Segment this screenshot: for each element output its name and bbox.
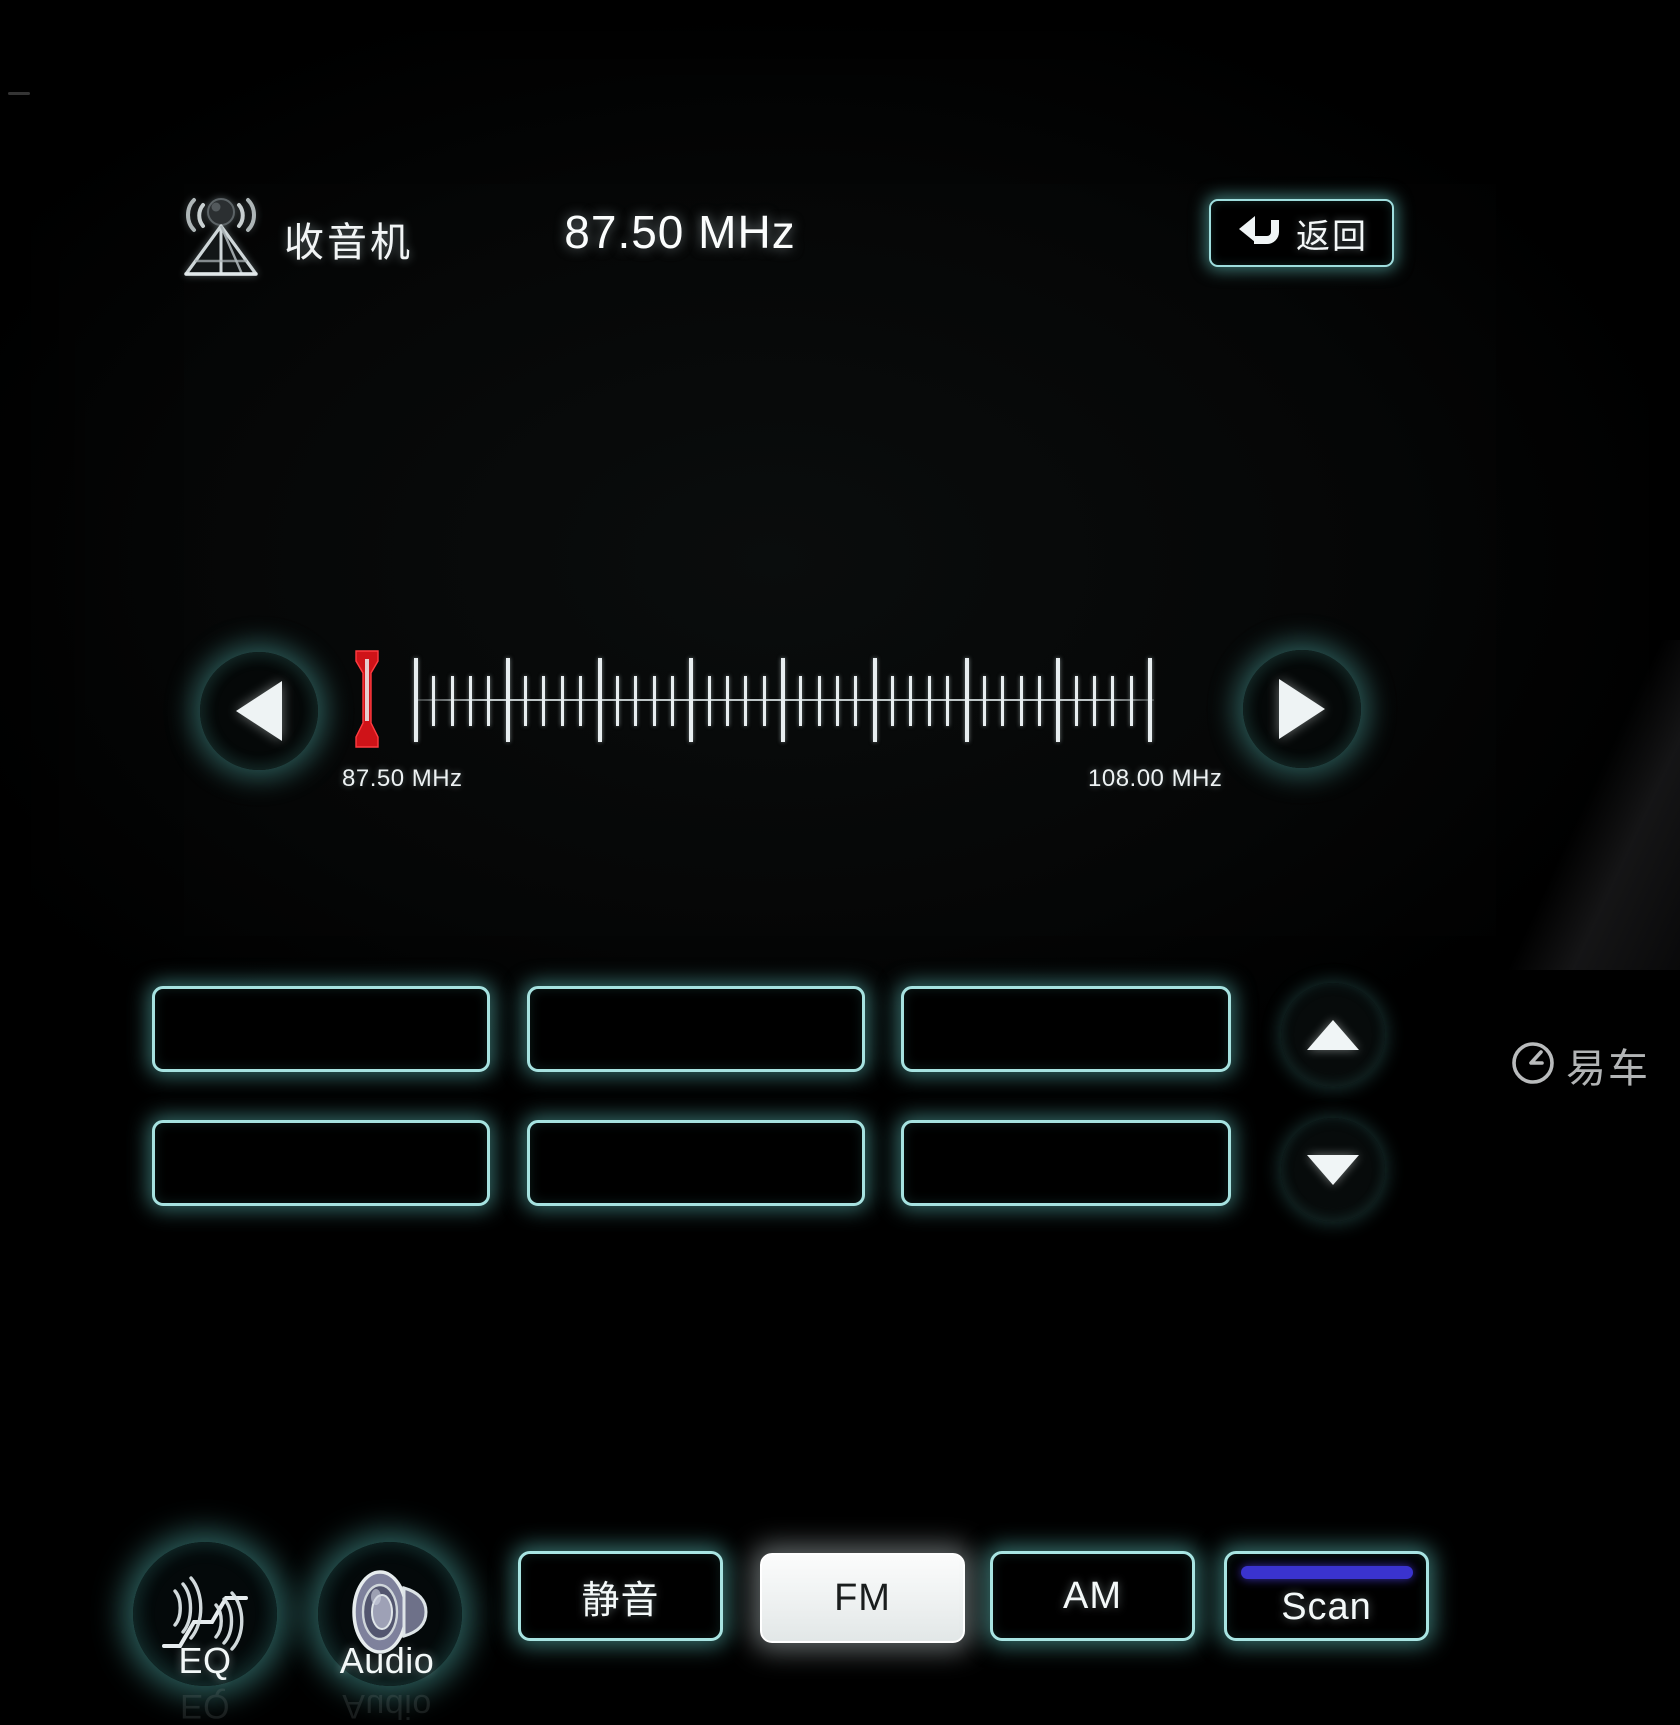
eq-label: EQ (178, 1640, 232, 1681)
preset-label (530, 1123, 862, 1203)
preset-grid (0, 488, 1680, 1222)
am-button[interactable]: AM (990, 1551, 1195, 1641)
preset-button-2[interactable] (527, 986, 865, 1072)
eq-label-reflection: EQ (179, 1687, 231, 1725)
preset-label (530, 989, 862, 1069)
radio-tower-icon (178, 188, 264, 280)
watermark-text: 易车 (1566, 1046, 1650, 1092)
mute-button-label: 静音 (581, 1579, 660, 1622)
back-button[interactable]: 返回 (1209, 199, 1394, 267)
preset-button-3[interactable] (901, 986, 1231, 1072)
yiche-logo-icon (1511, 1041, 1555, 1090)
mute-button[interactable]: 静音 (518, 1551, 723, 1641)
back-arrow-icon (1235, 212, 1285, 254)
fm-button-label: FM (834, 1576, 891, 1619)
preset-button-4[interactable] (152, 1120, 490, 1206)
preset-button-1[interactable] (152, 986, 490, 1072)
audio-label: Audio (339, 1640, 435, 1681)
triangle-up-icon (1307, 1020, 1359, 1050)
scan-button-label: Scan (1281, 1585, 1372, 1628)
preset-button-6[interactable] (901, 1120, 1231, 1206)
audio-label-reflection: Audio (342, 1687, 432, 1725)
scan-progress-bar (1241, 1566, 1413, 1579)
back-button-label: 返回 (1296, 216, 1368, 257)
fm-button[interactable]: FM (760, 1553, 965, 1643)
preset-label (155, 1123, 487, 1203)
preset-page-up-button[interactable] (1281, 983, 1385, 1087)
am-button-label: AM (1063, 1574, 1122, 1617)
preset-button-5[interactable] (527, 1120, 865, 1206)
preset-label (904, 1123, 1228, 1203)
source-title: 收音机 (284, 220, 413, 266)
frequency-display: 87.50 MHz (564, 206, 796, 258)
tuner-row: 87.50 MHz 108.00 MHz (0, 320, 1680, 792)
header-bar: 收音机 87.50 MHz 返回 (0, 0, 1680, 276)
bottom-toolbar: EQ Audio EQ Audio 静音 FM AM Scan (0, 770, 1680, 1725)
watermark: 易车 (1511, 1036, 1650, 1094)
scan-button[interactable]: Scan (1224, 1551, 1429, 1641)
triangle-down-icon (1307, 1155, 1359, 1185)
preset-page-down-button[interactable] (1281, 1118, 1385, 1222)
infotainment-screen: 收音机 87.50 MHz 返回 87.50 MHz 108.00 MHz EQ… (0, 0, 1680, 1725)
preset-label (904, 989, 1228, 1069)
preset-label (155, 989, 487, 1069)
